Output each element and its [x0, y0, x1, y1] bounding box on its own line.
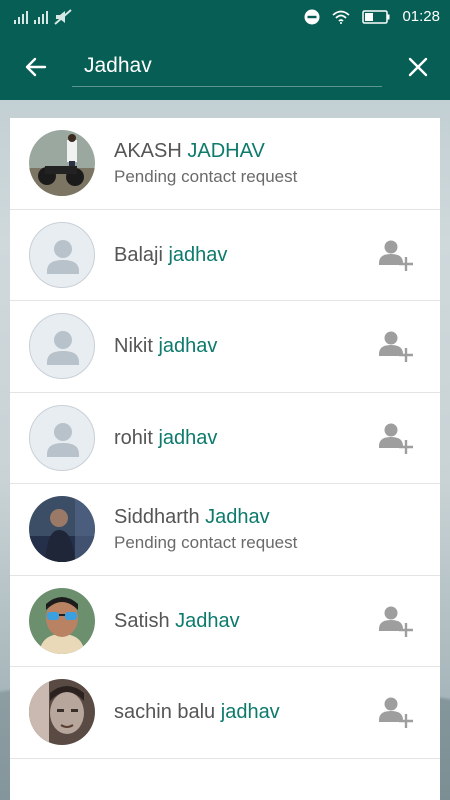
contact-row[interactable]: AKASH JADHAV Pending contact request: [10, 118, 440, 210]
avatar[interactable]: [29, 496, 95, 563]
contact-name: AKASH JADHAV: [114, 139, 440, 163]
contact-row[interactable]: Nikit jadhav: [10, 301, 440, 393]
add-contact-icon: [379, 423, 413, 454]
do-not-disturb-icon: [304, 9, 320, 24]
search-results-list: AKASH JADHAV Pending contact request Balaj…: [10, 118, 440, 800]
status-left: [14, 8, 72, 25]
contact-name-prefix: AKASH: [114, 140, 188, 163]
contact-name-match: jadhav: [158, 426, 218, 449]
contact-name: rohit jadhav: [114, 426, 370, 450]
contact-name-match: Jadhav: [175, 609, 240, 632]
search-toolbar: [0, 33, 450, 100]
contact-text: sachin balu jadhav: [114, 700, 370, 724]
signal-icon: [14, 10, 28, 24]
default-avatar-icon[interactable]: [29, 313, 95, 380]
default-avatar-icon[interactable]: [29, 221, 95, 288]
clock: 01:28: [402, 8, 440, 25]
add-contact-button[interactable]: [370, 595, 422, 647]
search-input[interactable]: [72, 46, 382, 87]
wifi-icon: [332, 10, 351, 24]
contact-name-match: jadhav: [220, 701, 280, 724]
status-right: 01:28: [304, 8, 440, 25]
default-avatar-icon[interactable]: [29, 404, 95, 471]
contact-text: Nikit jadhav: [114, 334, 370, 358]
close-icon: [408, 57, 428, 76]
add-contact-icon: [379, 331, 413, 363]
mute-icon: [54, 8, 72, 25]
avatar[interactable]: [29, 679, 95, 746]
add-contact-button[interactable]: [370, 412, 422, 464]
add-contact-icon: [379, 606, 413, 637]
add-contact-button[interactable]: [370, 686, 422, 738]
contact-name-prefix: sachin balu: [114, 701, 221, 724]
contact-name-prefix: Balaji: [114, 243, 169, 266]
contact-row[interactable]: Siddharth Jadhav Pending contact request: [10, 484, 440, 576]
avatar[interactable]: [29, 130, 95, 197]
contact-row[interactable]: Satish Jadhav: [10, 576, 440, 667]
contact-status: Pending contact request: [114, 167, 298, 187]
contact-text: Balaji jadhav: [114, 243, 370, 267]
contact-row[interactable]: rohit jadhav: [10, 393, 440, 484]
contact-text: AKASH JADHAV Pending contact request: [114, 139, 440, 187]
add-contact-button[interactable]: [370, 320, 422, 372]
contact-text: Siddharth Jadhav Pending contact request: [114, 505, 440, 553]
status-bar: 01:28: [0, 0, 450, 33]
contact-name: Siddharth Jadhav: [114, 505, 440, 529]
contact-name: sachin balu jadhav: [114, 700, 370, 724]
back-button[interactable]: [0, 33, 72, 100]
battery-icon: [362, 9, 390, 24]
contact-name-prefix: Satish: [114, 609, 176, 632]
arrow-left-icon: [25, 57, 47, 76]
contact-row[interactable]: sachin balu jadhav: [10, 667, 440, 759]
contact-name-match: jadhav: [168, 243, 228, 266]
add-contact-button[interactable]: [370, 229, 422, 281]
add-contact-icon: [379, 697, 413, 729]
signal-2-icon: [34, 10, 48, 24]
contact-name-prefix: Siddharth: [114, 506, 206, 529]
contact-name-match: jadhav: [158, 335, 218, 358]
avatar[interactable]: [29, 587, 95, 654]
contact-row[interactable]: Balaji jadhav: [10, 210, 440, 301]
clear-search-button[interactable]: [390, 33, 446, 100]
search-field-wrap: [72, 46, 382, 87]
add-contact-icon: [379, 240, 413, 271]
contact-name-prefix: rohit: [114, 426, 159, 449]
contact-name-match: Jadhav: [205, 506, 270, 529]
contact-text: Satish Jadhav: [114, 609, 370, 633]
contact-name: Nikit jadhav: [114, 334, 370, 358]
contact-name-prefix: Nikit: [114, 335, 159, 358]
contact-name-match: JADHAV: [187, 140, 265, 163]
contact-status: Pending contact request: [114, 533, 298, 553]
contact-name: Satish Jadhav: [114, 609, 370, 633]
contact-text: rohit jadhav: [114, 426, 370, 450]
contact-name: Balaji jadhav: [114, 243, 370, 267]
